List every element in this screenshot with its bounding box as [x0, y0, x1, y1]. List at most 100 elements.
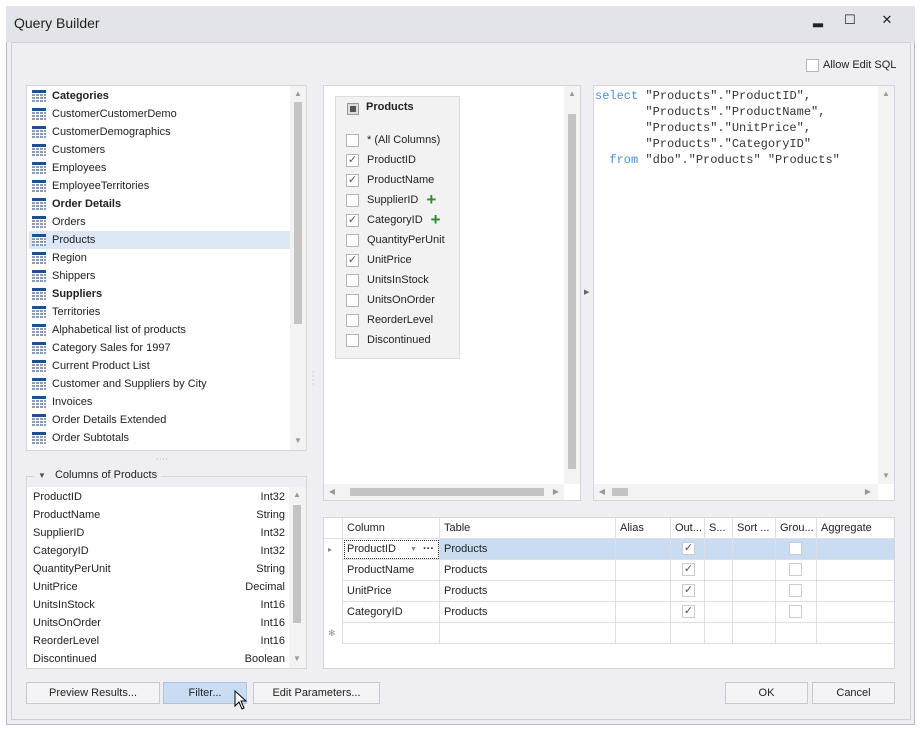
field-checkbox[interactable]: [346, 294, 359, 307]
table-select-all-checkbox[interactable]: [347, 103, 359, 115]
diagram-vscroll[interactable]: ▲: [564, 86, 580, 484]
field-item[interactable]: SupplierID +: [346, 190, 436, 210]
output-checkbox[interactable]: ✓: [682, 584, 695, 597]
group-by-checkbox[interactable]: [789, 542, 802, 555]
grid-header-sort[interactable]: Sort ...: [733, 518, 776, 539]
table-item[interactable]: CustomerDemographics: [29, 123, 291, 141]
sql-hscroll[interactable]: ◀ ▶: [594, 484, 878, 500]
grid-cell[interactable]: [733, 539, 776, 560]
sql-editor[interactable]: select "Products"."ProductID", "Products…: [593, 85, 895, 501]
field-checkbox[interactable]: [346, 274, 359, 287]
group-by-checkbox[interactable]: [789, 563, 802, 576]
grid-cell[interactable]: Products: [440, 560, 616, 581]
output-checkbox[interactable]: ✓: [682, 563, 695, 576]
grid-cell[interactable]: [705, 581, 733, 602]
table-item[interactable]: Categories: [29, 87, 291, 105]
column-item[interactable]: ReorderLevel Int16: [29, 632, 287, 650]
scroll-left-icon[interactable]: ◀: [594, 487, 610, 496]
relation-plus-icon[interactable]: +: [431, 210, 441, 229]
close-button[interactable]: ✕: [875, 12, 899, 32]
grid-cell[interactable]: [616, 560, 671, 581]
grid-cell[interactable]: [817, 602, 894, 623]
new-row-cell[interactable]: [616, 623, 671, 644]
scroll-up-icon[interactable]: ▲: [289, 490, 305, 499]
dropdown-arrow-icon[interactable]: ▼: [410, 539, 417, 559]
scroll-down-icon[interactable]: ▼: [290, 436, 306, 445]
field-checkbox[interactable]: ✓: [346, 254, 359, 267]
table-item[interactable]: Alphabetical list of products: [29, 321, 291, 339]
grid-cell[interactable]: Products: [440, 602, 616, 623]
table-item[interactable]: Shippers: [29, 267, 291, 285]
grid-cell[interactable]: [616, 602, 671, 623]
tables-scrollbar[interactable]: ▲ ▼: [290, 86, 306, 450]
grid-header-s[interactable]: S...: [705, 518, 733, 539]
checkbox-box[interactable]: [806, 59, 819, 72]
field-item[interactable]: ✓ ProductName: [346, 170, 434, 190]
scroll-up-icon[interactable]: ▲: [290, 89, 306, 98]
vertical-splitter-grip[interactable]: ∙ ∙ ∙ ∙: [312, 368, 314, 388]
new-row-cell[interactable]: [776, 623, 817, 644]
column-item[interactable]: ProductID Int32: [29, 488, 287, 506]
grid-header-alias[interactable]: Alias: [616, 518, 671, 539]
scroll-down-icon[interactable]: ▼: [878, 471, 894, 480]
table-item[interactable]: Suppliers: [29, 285, 291, 303]
table-item[interactable]: Products: [29, 231, 291, 249]
group-by-checkbox[interactable]: [789, 584, 802, 597]
grid-header-column[interactable]: Column: [343, 518, 440, 539]
table-item[interactable]: Current Product List: [29, 357, 291, 375]
table-item[interactable]: Order Details: [29, 195, 291, 213]
scroll-thumb[interactable]: [350, 488, 544, 496]
field-item[interactable]: ✓ UnitPrice: [346, 250, 412, 270]
table-item[interactable]: Category Sales for 1997: [29, 339, 291, 357]
column-item[interactable]: QuantityPerUnit String: [29, 560, 287, 578]
table-item[interactable]: Order Subtotals: [29, 429, 291, 447]
table-item[interactable]: Invoices: [29, 393, 291, 411]
edit-parameters-button[interactable]: Edit Parameters...: [253, 682, 380, 704]
grid-cell[interactable]: ✓: [671, 581, 705, 602]
table-item[interactable]: Order Details Extended: [29, 411, 291, 429]
table-item[interactable]: Territories: [29, 303, 291, 321]
grid-header-aggregate[interactable]: Aggregate: [817, 518, 894, 539]
preview-results-button[interactable]: Preview Results...: [26, 682, 160, 704]
minimize-button[interactable]: ▂: [806, 12, 830, 32]
maximize-button[interactable]: ☐: [838, 12, 862, 32]
new-row-cell[interactable]: [733, 623, 776, 644]
grid-cell[interactable]: [817, 539, 894, 560]
columns-grid[interactable]: Column Table Alias Out... S... Sort ... Grou..…: [323, 517, 895, 669]
field-item[interactable]: ✓ CategoryID +: [346, 210, 441, 230]
grid-cell[interactable]: [817, 560, 894, 581]
grid-cell[interactable]: [776, 602, 817, 623]
grid-cell[interactable]: [776, 581, 817, 602]
grid-cell[interactable]: ✓: [671, 560, 705, 581]
grid-cell[interactable]: [776, 560, 817, 581]
grid-cell[interactable]: UnitPrice: [343, 581, 440, 602]
scroll-left-icon[interactable]: ◀: [324, 487, 340, 496]
row-indicator[interactable]: [324, 602, 343, 623]
grid-cell[interactable]: [817, 581, 894, 602]
field-item[interactable]: UnitsOnOrder: [346, 290, 435, 310]
grid-header-grou[interactable]: Grou...: [776, 518, 817, 539]
grid-header-table[interactable]: Table: [440, 518, 616, 539]
scroll-thumb[interactable]: [568, 114, 576, 469]
column-item[interactable]: CategoryID Int32: [29, 542, 287, 560]
field-checkbox[interactable]: ✓: [346, 174, 359, 187]
grid-header-out[interactable]: Out...: [671, 518, 705, 539]
grid-cell[interactable]: [733, 560, 776, 581]
splitter-arrow-icon[interactable]: ▶: [584, 288, 589, 296]
grid-cell[interactable]: [705, 539, 733, 560]
grid-cell[interactable]: Products: [440, 539, 616, 560]
grid-cell[interactable]: [705, 602, 733, 623]
grid-cell[interactable]: ✓: [671, 602, 705, 623]
new-row-cell[interactable]: [705, 623, 733, 644]
grid-cell[interactable]: ProductID ▼ ···: [343, 539, 440, 560]
field-item[interactable]: UnitsInStock: [346, 270, 429, 290]
collapse-chevron-icon[interactable]: ▼: [38, 471, 46, 480]
field-item[interactable]: ReorderLevel: [346, 310, 433, 330]
grid-cell[interactable]: [616, 539, 671, 560]
scroll-down-icon[interactable]: ▼: [289, 654, 305, 663]
table-item[interactable]: Orders: [29, 213, 291, 231]
ok-button[interactable]: OK: [725, 682, 808, 704]
row-indicator[interactable]: ▸: [324, 539, 343, 560]
column-item[interactable]: SupplierID Int32: [29, 524, 287, 542]
output-checkbox[interactable]: ✓: [682, 542, 695, 555]
